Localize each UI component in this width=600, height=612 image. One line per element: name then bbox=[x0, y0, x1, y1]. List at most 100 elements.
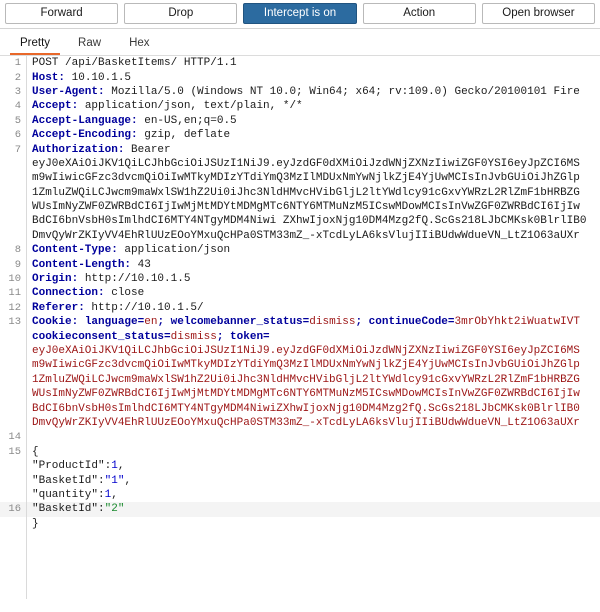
line-content: Origin: http://10.10.1.5 bbox=[26, 273, 600, 285]
line-content: m9wIiwicGFzc3dvcmQiOiIwMTkyMDIzYTdiYmQ3M… bbox=[26, 172, 600, 184]
cookie-value: dismiss bbox=[170, 330, 217, 343]
cookie-key: cookieconsent_status= bbox=[32, 330, 171, 343]
header-line[interactable]: 9 Content-Length: 43 bbox=[0, 257, 600, 271]
header-value: Bearer bbox=[124, 143, 171, 156]
request-line-text: POST /api/BasketItems/ HTTP/1.1 bbox=[32, 57, 237, 70]
header-line[interactable]: 12 Referer: http://10.10.1.5/ bbox=[0, 301, 600, 315]
blank-line[interactable]: 14 bbox=[0, 430, 600, 444]
tab-raw[interactable]: Raw bbox=[68, 37, 111, 55]
message-view-tabs: Pretty Raw Hex bbox=[0, 29, 600, 55]
request-code-area[interactable]: 1 POST /api/BasketItems/ HTTP/1.1 2 Host: 1… bbox=[0, 56, 600, 531]
header-name: Accept: bbox=[32, 100, 79, 113]
action-button[interactable]: Action bbox=[362, 3, 476, 24]
json-modified-field-line[interactable]: 16 "BasketId":"2" bbox=[0, 502, 600, 517]
json-key: "BasketId": bbox=[32, 474, 105, 487]
authorization-jwt-line[interactable]: 1ZmluZWQiLCJwcm9maWxlSW1hZ2Ui0iJhc3NldHM… bbox=[0, 186, 600, 200]
line-number: 12 bbox=[8, 301, 21, 314]
cookie-line[interactable]: 13 Cookie: language=en; welcomebanner_sta… bbox=[0, 315, 600, 329]
tab-hex[interactable]: Hex bbox=[119, 37, 159, 55]
jwt-segment: WUsImNyZWF0ZWRBdCI6IjIwMjMtMDYtMDMgMTc6N… bbox=[32, 388, 580, 401]
line-number: 4 bbox=[14, 100, 21, 113]
header-value: application/json bbox=[117, 244, 231, 257]
header-line[interactable]: 2 Host: 10.10.1.5 bbox=[0, 70, 600, 84]
line-number: 3 bbox=[14, 85, 21, 98]
header-line[interactable]: 3 User-Agent: Mozilla/5.0 (Windows NT 10.… bbox=[0, 85, 600, 99]
header-value: http://10.10.1.5/ bbox=[84, 301, 204, 314]
line-content: Accept: application/json, text/plain, */… bbox=[26, 100, 600, 112]
jwt-segment: WUsImNyZWF0ZWRBdCI6IjIwMjMtMDYtMDMgMTc6N… bbox=[32, 201, 580, 214]
jwt-segment: 1ZmluZWQiLCJwcm9maWxlSW1hZ2Ui0iJhc3NldHM… bbox=[32, 186, 580, 199]
header-line[interactable]: 6 Accept-Encoding: gzip, deflate bbox=[0, 128, 600, 142]
cookie-token-jwt-line[interactable]: eyJ0eXAiOiJKV1QiLCJhbGciOiJSUzI1NiJ9.eyJ… bbox=[0, 344, 600, 358]
open-browser-button[interactable]: Open browser bbox=[481, 3, 596, 24]
line-content: Host: 10.10.1.5 bbox=[26, 72, 600, 84]
line-number: 14 bbox=[8, 431, 21, 444]
header-value: Mozilla/5.0 (Windows NT 10.0; Win64; x64… bbox=[104, 85, 580, 98]
line-content: Cookie: language=en; welcomebanner_statu… bbox=[26, 316, 600, 328]
cookie-key: ; token= bbox=[216, 330, 270, 343]
tab-pretty[interactable]: Pretty bbox=[10, 37, 61, 55]
line-content: { bbox=[26, 446, 600, 458]
json-value: "1" bbox=[104, 474, 125, 487]
header-value: application/json, text/plain, */* bbox=[78, 100, 303, 113]
cookie-token-jwt-line[interactable]: 1ZmluZWQiLCJwcm9maWxlSW1hZ2Ui0iJhc3NldHM… bbox=[0, 373, 600, 387]
line-number: 6 bbox=[14, 129, 21, 142]
header-line[interactable]: 5 Accept-Language: en-US,en;q=0.5 bbox=[0, 114, 600, 128]
line-content: User-Agent: Mozilla/5.0 (Windows NT 10.0… bbox=[26, 86, 600, 98]
cookie-token-jwt-line[interactable]: BdCI6bnVsbH0sImlhdCI6MTY4NTgyMDM4NiwiZXh… bbox=[0, 401, 600, 415]
request-line[interactable]: 1 POST /api/BasketItems/ HTTP/1.1 bbox=[0, 56, 600, 70]
authorization-jwt-line[interactable]: BdCI6bnVsbH0sImlhdCI6MTY4NTgyMDM4Niwi ZX… bbox=[0, 214, 600, 228]
header-name: Connection: bbox=[32, 287, 105, 300]
json-comma: , bbox=[124, 474, 132, 487]
line-number: 16 bbox=[8, 503, 21, 516]
brace: } bbox=[32, 517, 39, 530]
json-key: "quantity": bbox=[32, 488, 105, 501]
json-field-line[interactable]: "BasketId":"1", bbox=[0, 473, 600, 487]
json-open-brace-line[interactable]: 15 { bbox=[0, 445, 600, 459]
json-comma: , bbox=[117, 460, 125, 473]
header-name: Accept-Encoding: bbox=[32, 129, 138, 142]
header-value: http://10.10.1.5 bbox=[78, 273, 191, 286]
json-key: "BasketId": bbox=[32, 503, 105, 516]
json-close-brace-line[interactable]: } bbox=[0, 517, 600, 531]
line-content: Authorization: Bearer bbox=[26, 144, 600, 156]
authorization-jwt-line[interactable]: WUsImNyZWF0ZWRBdCI6IjIwMjMtMDYtMDMgMTc6N… bbox=[0, 200, 600, 214]
line-number: 7 bbox=[14, 143, 21, 156]
authorization-jwt-line[interactable]: DmvQyWrZKIyVV4EhRlUUzEOoYMxuQcHPa0STM33m… bbox=[0, 229, 600, 243]
line-content: BdCI6bnVsbH0sImlhdCI6MTY4NTgyMDM4Niwi ZX… bbox=[26, 215, 600, 227]
header-line[interactable]: 10 Origin: http://10.10.1.5 bbox=[0, 272, 600, 286]
header-line[interactable]: 8 Content-Type: application/json bbox=[0, 243, 600, 257]
jwt-segment: eyJ0eXAiOiJKV1QiLCJhbGciOiJSUzI1NiJ9.eyJ… bbox=[32, 345, 580, 357]
intercept-toggle-button[interactable]: Intercept is on bbox=[243, 3, 357, 24]
authorization-jwt-line[interactable]: eyJ0eXAiOiJKV1QiLCJhbGciOiJSUzI1NiJ9.eyJ… bbox=[0, 157, 600, 171]
forward-button[interactable]: Forward bbox=[5, 3, 119, 24]
json-value-modified: "2" bbox=[104, 503, 125, 516]
drop-button[interactable]: Drop bbox=[124, 3, 238, 24]
cookie-token-jwt-line[interactable]: DmvQyWrZKIyVV4EhRlUUzEOoYMxuQcHPa0STM33m… bbox=[0, 416, 600, 430]
header-value: 43 bbox=[131, 258, 151, 271]
cookie-token-jwt-line[interactable]: m9wIiwicGFzc3dvcmQiOiIwMTkyMDIzYTdiYmQ3M… bbox=[0, 358, 600, 372]
header-name: Authorization: bbox=[32, 143, 125, 156]
json-field-line[interactable]: "ProductId":1, bbox=[0, 459, 600, 473]
header-name: Origin: bbox=[32, 273, 79, 286]
line-number: 13 bbox=[8, 316, 21, 329]
line-content: m9wIiwicGFzc3dvcmQiOiIwMTkyMDIzYTdiYmQ3M… bbox=[26, 359, 600, 371]
header-line[interactable]: 11 Connection: close bbox=[0, 286, 600, 300]
cookie-line-wrapped[interactable]: cookieconsent_status=dismiss; token= bbox=[0, 329, 600, 343]
header-line[interactable]: 4 Accept: application/json, text/plain, *… bbox=[0, 99, 600, 113]
cookie-token-jwt-line[interactable]: WUsImNyZWF0ZWRBdCI6IjIwMjMtMDYtMDMgMTc6N… bbox=[0, 387, 600, 401]
http-request-editor[interactable]: 1 POST /api/BasketItems/ HTTP/1.1 2 Host: 1… bbox=[0, 56, 600, 612]
line-content: cookieconsent_status=dismiss; token= bbox=[26, 331, 600, 343]
line-content: DmvQyWrZKIyVV4EhRlUUzEOoYMxuQcHPa0STM33m… bbox=[26, 417, 600, 429]
header-line[interactable]: 7 Authorization: Bearer bbox=[0, 142, 600, 156]
cookie-key: ; continueCode= bbox=[355, 316, 455, 329]
line-content: "BasketId":"2" bbox=[26, 503, 600, 515]
authorization-jwt-line[interactable]: m9wIiwicGFzc3dvcmQiOiIwMTkyMDIzYTdiYmQ3M… bbox=[0, 171, 600, 185]
line-content: POST /api/BasketItems/ HTTP/1.1 bbox=[26, 57, 600, 69]
line-number: 15 bbox=[8, 445, 21, 458]
json-field-line[interactable]: "quantity":1, bbox=[0, 488, 600, 502]
line-content: Accept-Encoding: gzip, deflate bbox=[26, 129, 600, 141]
line-number: 10 bbox=[8, 273, 21, 286]
line-content: BdCI6bnVsbH0sImlhdCI6MTY4NTgyMDM4NiwiZXh… bbox=[26, 403, 600, 415]
header-value: 10.10.1.5 bbox=[65, 71, 132, 84]
